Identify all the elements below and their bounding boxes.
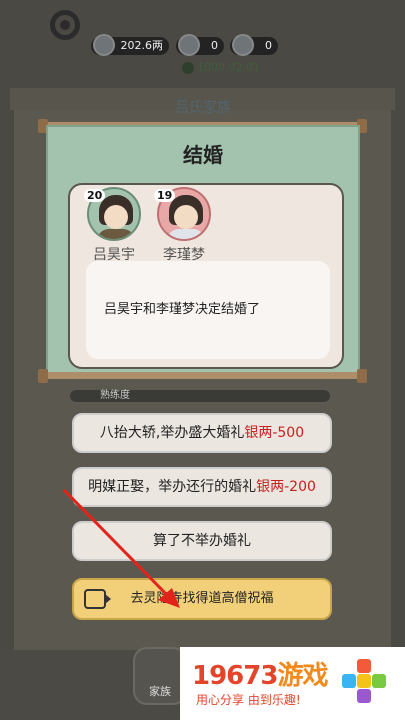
option-cost: 银两-500 — [244, 425, 305, 441]
marriage-message: 吕昊宇和李瑾梦决定结婚了 — [86, 261, 330, 359]
proficiency-bar: 熟练度 — [70, 390, 330, 402]
groom-profile[interactable]: 20 吕昊宇 — [84, 187, 144, 264]
blessing-label: 去灵隐寺找得道高僧祝福 — [130, 591, 274, 606]
resource-counter-b: 0 — [230, 34, 278, 56]
resource-b-icon — [232, 34, 254, 56]
game-clock: 1000.02.01 — [182, 61, 260, 74]
family-nav-label: 家族 — [149, 685, 171, 698]
site-watermark: 19673游戏 用心分享 由到乐趣! — [180, 647, 405, 720]
bride-age: 19 — [154, 189, 176, 202]
video-ad-icon — [84, 589, 111, 609]
resource-a-value: 0 — [211, 39, 218, 52]
resource-a-icon — [178, 34, 200, 56]
option-label: 八抬大轿,举办盛大婚礼 — [99, 425, 245, 441]
bride-profile[interactable]: 19 李瑾梦 — [154, 187, 214, 264]
watermark-brand: 19673游戏 — [192, 661, 328, 691]
marriage-dialog: 结婚 20 吕昊宇 19 李瑾梦 吕昊宇和李瑾梦决定结婚了 — [46, 125, 360, 377]
play-icon[interactable] — [182, 62, 194, 74]
modest-wedding-button[interactable]: 明媒正娶，举办还行的婚礼银两-200 — [72, 467, 332, 507]
cube-logo-icon — [342, 659, 386, 703]
option-cost: 银两-200 — [256, 479, 316, 495]
groom-age: 20 — [84, 189, 106, 202]
game-date: 1000.02.01 — [197, 61, 260, 74]
family-title: 吕氏家族 — [175, 100, 231, 116]
resource-counter-a: 0 — [176, 34, 224, 56]
resource-b-value: 0 — [265, 39, 272, 52]
marriage-card: 20 吕昊宇 19 李瑾梦 吕昊宇和李瑾梦决定结婚了 — [68, 183, 344, 369]
silver-counter: 202.6两 — [91, 34, 169, 56]
scroll-knob — [357, 369, 367, 383]
dialog-title: 结婚 — [183, 143, 223, 167]
watermark-slogan: 用心分享 由到乐趣! — [196, 693, 301, 707]
blessing-button[interactable]: 去灵隐寺找得道高僧祝福 — [72, 578, 332, 620]
option-label: 明媒正娶，举办还行的婚礼 — [88, 479, 257, 495]
silver-value: 202.6两 — [120, 39, 164, 52]
no-wedding-button[interactable]: 算了不举办婚礼 — [72, 521, 332, 561]
family-nav-button[interactable]: 家族 — [133, 647, 187, 705]
settings-gear-icon[interactable] — [50, 10, 80, 40]
option-label: 算了不举办婚礼 — [153, 533, 251, 549]
scroll-rod-bottom — [42, 372, 364, 379]
scroll-knob — [38, 369, 48, 383]
grand-wedding-button[interactable]: 八抬大轿,举办盛大婚礼银两-500 — [72, 413, 332, 453]
silver-ingot-icon — [93, 34, 115, 56]
